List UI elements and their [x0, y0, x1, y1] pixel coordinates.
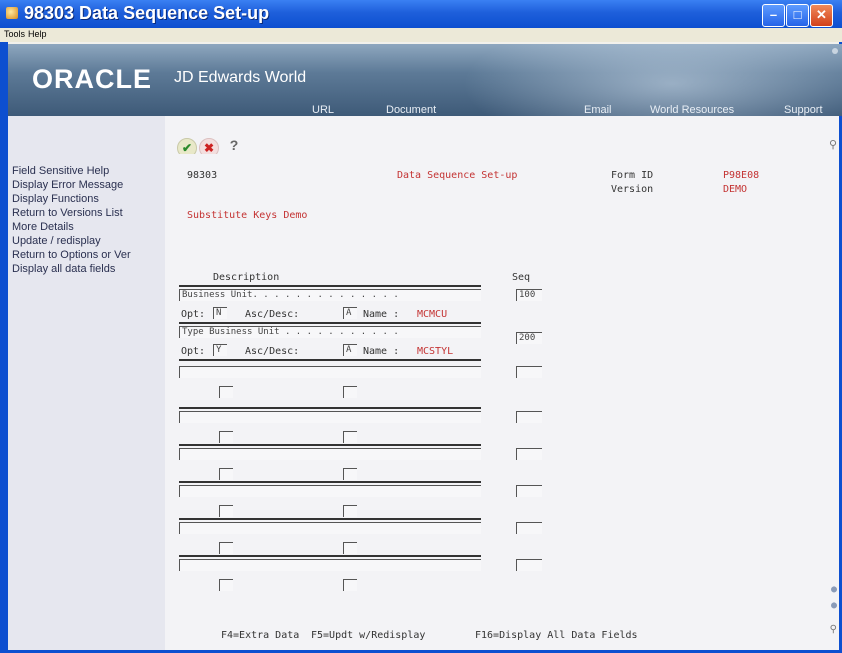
oracle-logo: ORACLE — [32, 64, 152, 94]
row-divider — [179, 444, 481, 446]
form-toolbar: ✔ ✖ ? ⚲ — [165, 116, 839, 158]
scroll-down-icon[interactable]: ● — [831, 600, 837, 611]
opt-field[interactable] — [219, 386, 233, 398]
row-divider — [179, 359, 481, 361]
ascdesc-field[interactable]: A — [343, 307, 357, 319]
ascdesc-label: Asc/Desc: — [245, 346, 300, 357]
name-value: MCMCU — [417, 309, 448, 320]
description-field[interactable] — [179, 448, 481, 460]
seq-field[interactable] — [516, 448, 542, 460]
name-label: Name : — [363, 309, 400, 320]
seq-field[interactable]: 100 — [516, 289, 542, 301]
title-bar[interactable]: 98303 Data Sequence Set-up – □ ✕ — [0, 0, 842, 28]
description-field[interactable] — [179, 522, 481, 534]
f16-display-all[interactable]: F16=Display All Data Fields — [475, 630, 638, 641]
product-name: JD Edwards World — [174, 69, 307, 86]
f4-extra-data[interactable]: F4=Extra Data — [221, 630, 299, 641]
form-area: 98303 Data Sequence Set-up Form ID P98E0… — [165, 154, 839, 650]
sidebar-item-more-details[interactable]: More Details — [12, 221, 74, 233]
app-icon — [6, 7, 18, 19]
ascdesc-field[interactable]: A — [343, 344, 357, 356]
scroll-up-icon[interactable]: ● — [831, 584, 837, 595]
opt-field[interactable]: Y — [213, 344, 227, 356]
version-label: Version — [611, 184, 654, 195]
seq-field[interactable] — [516, 559, 542, 571]
sidebar-item-display-functions[interactable]: Display Functions — [12, 193, 99, 205]
sidebar-item-field-help[interactable]: Field Sensitive Help — [12, 165, 109, 177]
ascdesc-field[interactable] — [343, 542, 357, 554]
opt-field[interactable] — [219, 468, 233, 480]
row-divider — [179, 322, 481, 324]
menu-help[interactable]: Help — [28, 29, 47, 39]
description-field[interactable] — [179, 366, 481, 378]
seq-field[interactable] — [516, 522, 542, 534]
column-header-seq: Seq — [512, 272, 531, 283]
search-icon[interactable]: ⚲ — [830, 624, 837, 635]
header-divider — [179, 285, 481, 287]
description-field[interactable]: Business Unit. . . . . . . . . . . . . . — [179, 289, 481, 301]
ascdesc-field[interactable] — [343, 431, 357, 443]
sidebar-item-update-redisplay[interactable]: Update / redisplay — [12, 235, 101, 247]
sidebar-item-return-options[interactable]: Return to Options or Ver — [12, 249, 131, 261]
f5-update-redisplay[interactable]: F5=Updt w/Redisplay — [311, 630, 425, 641]
ascdesc-field[interactable] — [343, 468, 357, 480]
minimize-button[interactable]: – — [762, 4, 785, 27]
app-window: 98303 Data Sequence Set-up – □ ✕ Tools H… — [0, 0, 842, 653]
opt-label: Opt: — [181, 346, 206, 357]
magnifier-icon[interactable]: ⚲ — [829, 138, 837, 151]
opt-label: Opt: — [181, 309, 206, 320]
sidebar-item-versions-list[interactable]: Return to Versions List — [12, 207, 123, 219]
name-label: Name : — [363, 346, 400, 357]
ascdesc-field[interactable] — [343, 386, 357, 398]
nav-email[interactable]: Email — [584, 104, 612, 116]
nav-url[interactable]: URL — [312, 104, 334, 116]
opt-field[interactable]: N — [213, 307, 227, 319]
menu-bar: Tools Help — [0, 28, 842, 42]
nav-support[interactable]: Support — [784, 104, 823, 116]
row-divider — [179, 555, 481, 557]
window-title: 98303 Data Sequence Set-up — [24, 3, 270, 23]
description-field[interactable] — [179, 411, 481, 423]
version-value: DEMO — [723, 184, 748, 195]
help-icon[interactable]: ? — [225, 136, 243, 154]
close-button[interactable]: ✕ — [810, 4, 833, 27]
sidebar-menu: Field Sensitive Help Display Error Messa… — [8, 116, 165, 650]
menu-tools[interactable]: Tools — [4, 29, 25, 39]
opt-field[interactable] — [219, 505, 233, 517]
name-value: MCSTYL — [417, 346, 454, 357]
seq-field[interactable] — [516, 366, 542, 378]
nav-document[interactable]: Document — [386, 104, 436, 116]
column-header-description: Description — [213, 272, 280, 283]
seq-field[interactable] — [516, 411, 542, 423]
window-border-left — [0, 42, 8, 653]
opt-field[interactable] — [219, 542, 233, 554]
row-divider — [179, 518, 481, 520]
row-divider — [179, 407, 481, 409]
program-number: 98303 — [187, 170, 218, 181]
form-title: Data Sequence Set-up — [397, 170, 518, 181]
maximize-button[interactable]: □ — [786, 4, 809, 27]
sidebar-item-all-data-fields[interactable]: Display all data fields — [12, 263, 115, 275]
ascdesc-field[interactable] — [343, 579, 357, 591]
opt-field[interactable] — [219, 431, 233, 443]
sidebar-item-error-message[interactable]: Display Error Message — [12, 179, 123, 191]
form-subtitle: Substitute Keys Demo — [187, 210, 308, 221]
seq-field[interactable]: 200 — [516, 332, 542, 344]
opt-field[interactable] — [219, 579, 233, 591]
description-field[interactable]: Type Business Unit . . . . . . . . . . . — [179, 326, 481, 338]
description-field[interactable] — [179, 485, 481, 497]
ascdesc-label: Asc/Desc: — [245, 309, 300, 320]
description-field[interactable] — [179, 559, 481, 571]
row-divider — [179, 481, 481, 483]
ascdesc-field[interactable] — [343, 505, 357, 517]
oracle-banner: ORACLE JD Edwards World URL Document Ema… — [8, 44, 842, 116]
banner-corner-icon — [832, 48, 838, 54]
form-id-value: P98E08 — [723, 170, 760, 181]
nav-world-resources[interactable]: World Resources — [650, 104, 734, 116]
form-id-label: Form ID — [611, 170, 654, 181]
seq-field[interactable] — [516, 485, 542, 497]
